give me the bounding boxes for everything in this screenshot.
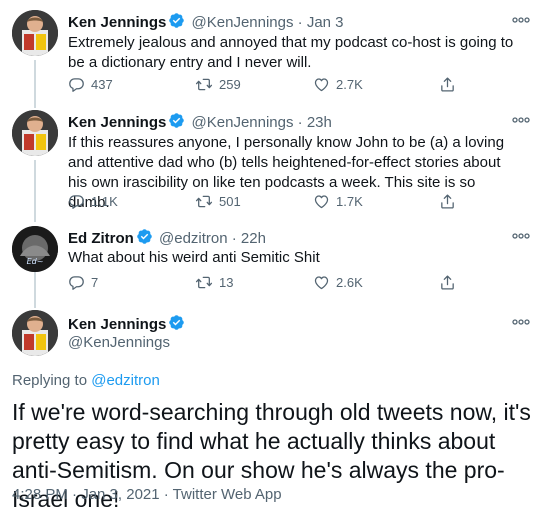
share-icon [439, 274, 456, 291]
tweet-text: Extremely jealous and annoyed that my po… [68, 34, 514, 71]
display-name[interactable]: Ken Jennings [68, 316, 166, 333]
tweet-text: What about his weird anti Semitic Shit [68, 249, 320, 266]
display-name[interactable]: Ken Jennings [68, 114, 166, 131]
tweet-header: Ken Jennings @KenJennings · Jan 3 [68, 12, 344, 31]
tweet[interactable]: Ken Jennings @KenJennings · 23h If this … [0, 100, 543, 218]
share-button[interactable] [439, 274, 456, 291]
handle[interactable]: @KenJennings [192, 114, 294, 131]
verified-badge-icon [168, 314, 185, 331]
tweet-header: Ken Jennings [68, 314, 187, 333]
tweet-source[interactable]: Twitter Web App [173, 486, 282, 503]
tweet-time[interactable]: · Jan 3 [298, 14, 344, 31]
replying-to: Replying to @edzitron [12, 372, 160, 389]
share-button[interactable] [439, 76, 456, 93]
tweet-actions: 7 13 2.6K [68, 274, 468, 294]
reply-count: 7 [91, 275, 99, 290]
like-count: 2.6K [336, 275, 363, 290]
retweet-icon [195, 274, 213, 291]
share-icon [439, 193, 456, 210]
retweet-icon [195, 76, 213, 93]
tweet[interactable]: Ed Zitron @edzitron · 22h What about his… [0, 218, 543, 300]
reply-count: 1.1K [91, 194, 118, 209]
like-icon [313, 193, 330, 210]
share-button[interactable] [439, 193, 456, 210]
retweet-count: 501 [219, 194, 241, 209]
replying-label: Replying to [12, 372, 92, 389]
like-icon [313, 274, 330, 291]
handle[interactable]: @edzitron [159, 230, 228, 247]
tweet[interactable]: Ken Jennings @KenJennings · Jan 3 Extrem… [0, 0, 543, 100]
like-button[interactable]: 2.6K [313, 274, 363, 291]
tweet-actions: 437 259 2.7K [68, 76, 468, 96]
more-icon[interactable] [511, 229, 531, 243]
handle[interactable]: @KenJennings [68, 334, 170, 351]
like-count: 1.7K [336, 194, 363, 209]
reply-icon [68, 76, 85, 93]
replying-to-link[interactable]: @edzitron [91, 372, 160, 389]
share-icon [439, 76, 456, 93]
tweet-header: Ed Zitron @edzitron · 22h [68, 228, 266, 247]
tweet-meta: 4:28 PM · Jan 3, 2021 · Twitter Web App [12, 486, 282, 503]
reply-icon [68, 274, 85, 291]
more-icon[interactable] [511, 113, 531, 127]
retweet-button[interactable]: 259 [195, 76, 241, 93]
like-button[interactable]: 1.7K [313, 193, 363, 210]
tweet-header: Ken Jennings @KenJennings · 23h [68, 112, 332, 131]
verified-badge-icon [168, 112, 185, 129]
reply-icon [68, 193, 85, 210]
retweet-icon [195, 193, 213, 210]
tweet-time[interactable]: · 23h [298, 114, 332, 131]
verified-badge-icon [136, 228, 153, 245]
like-icon [313, 76, 330, 93]
retweet-count: 13 [219, 275, 234, 290]
more-icon[interactable] [511, 13, 531, 27]
avatar[interactable] [12, 310, 58, 356]
verified-badge-icon [168, 12, 185, 29]
more-icon[interactable] [511, 315, 531, 329]
avatar[interactable] [12, 226, 58, 272]
display-name[interactable]: Ed Zitron [68, 230, 134, 247]
retweet-button[interactable]: 13 [195, 274, 233, 291]
reply-button[interactable]: 7 [68, 274, 98, 291]
tweet-actions: 1.1K 501 1.7K [68, 193, 468, 213]
reply-button[interactable]: 1.1K [68, 193, 118, 210]
retweet-button[interactable]: 501 [195, 193, 241, 210]
reply-button[interactable]: 437 [68, 76, 113, 93]
tweet-timestamp[interactable]: 4:28 PM · Jan 3, 2021 · [12, 486, 173, 503]
handle[interactable]: @KenJennings [192, 14, 294, 31]
retweet-count: 259 [219, 77, 241, 92]
like-count: 2.7K [336, 77, 363, 92]
reply-count: 437 [91, 77, 113, 92]
display-name[interactable]: Ken Jennings [68, 14, 166, 31]
avatar[interactable] [12, 10, 58, 56]
avatar[interactable] [12, 110, 58, 156]
like-button[interactable]: 2.7K [313, 76, 363, 93]
tweet-time[interactable]: · 22h [232, 230, 266, 247]
